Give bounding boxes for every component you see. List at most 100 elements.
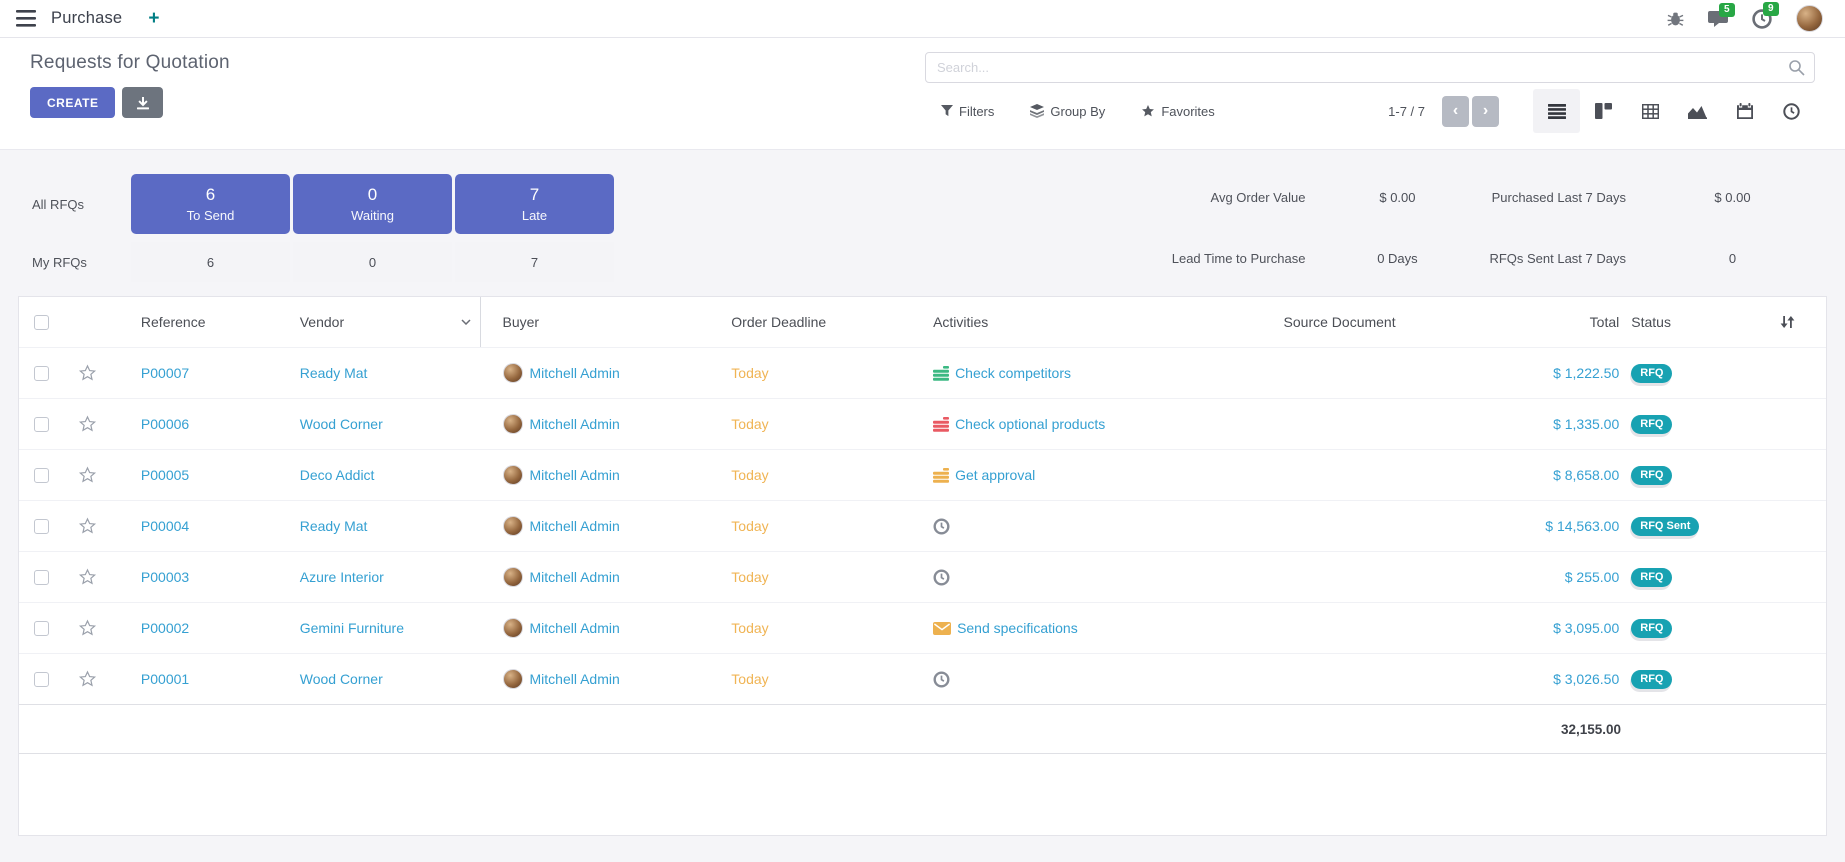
kanban-view-icon[interactable] <box>1580 89 1627 133</box>
to-send-button[interactable]: 6 To Send <box>131 174 290 234</box>
reference-link[interactable]: P00006 <box>141 416 189 432</box>
app-title[interactable]: Purchase <box>51 9 122 28</box>
column-header-vendor[interactable]: Vendor <box>286 297 481 347</box>
activity-label-link[interactable]: Check optional products <box>955 416 1105 432</box>
activity-tasks-icon[interactable] <box>933 366 949 381</box>
buyer-link[interactable]: Mitchell Admin <box>530 416 620 432</box>
row-checkbox[interactable] <box>34 366 49 381</box>
column-header-deadline[interactable]: Order Deadline <box>705 297 915 347</box>
buyer-link[interactable]: Mitchell Admin <box>530 620 620 636</box>
create-button[interactable]: CREATE <box>30 87 115 118</box>
activity-clock-icon[interactable] <box>933 569 950 586</box>
activity-tasks-icon[interactable] <box>933 468 949 483</box>
vendor-link[interactable]: Gemini Furniture <box>300 620 404 636</box>
column-header-reference[interactable]: Reference <box>111 297 286 347</box>
my-waiting-value[interactable]: 0 <box>293 242 452 282</box>
table-row[interactable]: P00004 Ready Mat Mitchell Admin Today $ … <box>19 500 1826 551</box>
row-checkbox[interactable] <box>34 519 49 534</box>
activity-view-icon[interactable] <box>1768 89 1815 133</box>
activity-label-link[interactable]: Send specifications <box>957 620 1078 636</box>
activities-clock-icon[interactable]: 9 <box>1752 9 1772 29</box>
favorite-star-icon[interactable] <box>78 415 97 433</box>
activity-label-link[interactable]: Check competitors <box>955 365 1071 381</box>
favorites-menu[interactable]: Favorites <box>1141 104 1214 119</box>
source-document-cell <box>1220 501 1460 551</box>
activity-clock-icon[interactable] <box>933 671 950 688</box>
optional-columns-icon[interactable] <box>1780 314 1795 330</box>
activity-clock-icon[interactable] <box>933 518 950 535</box>
filters-menu[interactable]: Filters <box>941 104 994 119</box>
table-row[interactable]: P00007 Ready Mat Mitchell Admin Today Ch… <box>19 347 1826 398</box>
table-row[interactable]: P00002 Gemini Furniture Mitchell Admin T… <box>19 602 1826 653</box>
select-all-checkbox[interactable] <box>34 315 49 330</box>
search-input[interactable] <box>925 52 1815 83</box>
apps-menu-icon[interactable] <box>16 10 36 27</box>
user-avatar[interactable] <box>1796 5 1823 32</box>
vendor-link[interactable]: Ready Mat <box>300 365 368 381</box>
reference-link[interactable]: P00007 <box>141 365 189 381</box>
row-checkbox[interactable] <box>34 672 49 687</box>
table-row[interactable]: P00005 Deco Addict Mitchell Admin Today … <box>19 449 1826 500</box>
my-to-send-value[interactable]: 6 <box>131 242 290 282</box>
favorite-star-icon[interactable] <box>78 568 97 586</box>
late-button[interactable]: 7 Late <box>455 174 614 234</box>
table-row[interactable]: P00006 Wood Corner Mitchell Admin Today … <box>19 398 1826 449</box>
row-checkbox[interactable] <box>34 570 49 585</box>
vendor-link[interactable]: Wood Corner <box>300 671 383 687</box>
vendor-link[interactable]: Ready Mat <box>300 518 368 534</box>
debug-bug-icon[interactable] <box>1667 10 1684 27</box>
vendor-link[interactable]: Deco Addict <box>300 467 375 483</box>
my-late-value[interactable]: 7 <box>455 242 614 282</box>
pager-next-button[interactable]: › <box>1472 96 1499 127</box>
row-checkbox[interactable] <box>34 468 49 483</box>
sort-descending-icon[interactable] <box>461 319 471 325</box>
buyer-link[interactable]: Mitchell Admin <box>530 365 620 381</box>
favorite-star-icon[interactable] <box>78 619 97 637</box>
list-view-icon[interactable] <box>1533 89 1580 133</box>
export-button[interactable] <box>122 87 163 118</box>
calendar-view-icon[interactable] <box>1721 89 1768 133</box>
table-row[interactable]: P00003 Azure Interior Mitchell Admin Tod… <box>19 551 1826 602</box>
table-row[interactable]: P00001 Wood Corner Mitchell Admin Today … <box>19 653 1826 704</box>
favorite-star-icon[interactable] <box>78 364 97 382</box>
buyer-link[interactable]: Mitchell Admin <box>530 467 620 483</box>
to-send-count: 6 <box>206 185 215 205</box>
activity-label-link[interactable]: Get approval <box>955 467 1035 483</box>
column-header-source[interactable]: Source Document <box>1220 297 1460 347</box>
row-checkbox[interactable] <box>34 417 49 432</box>
reference-link[interactable]: P00002 <box>141 620 189 636</box>
activity-tasks-icon[interactable] <box>933 417 949 432</box>
waiting-button[interactable]: 0 Waiting <box>293 174 452 234</box>
group-by-menu[interactable]: Group By <box>1030 104 1105 119</box>
filter-funnel-icon <box>941 105 953 117</box>
vendor-link[interactable]: Wood Corner <box>300 416 383 432</box>
favorite-star-icon[interactable] <box>78 466 97 484</box>
reference-link[interactable]: P00005 <box>141 467 189 483</box>
favorite-star-icon[interactable] <box>78 670 97 688</box>
favorite-star-icon[interactable] <box>78 517 97 535</box>
buyer-avatar <box>503 363 523 383</box>
vendor-link[interactable]: Azure Interior <box>300 569 384 585</box>
pivot-view-icon[interactable] <box>1627 89 1674 133</box>
column-header-total[interactable]: Total <box>1459 297 1619 347</box>
pager-previous-button[interactable]: ‹ <box>1442 96 1469 127</box>
buyer-avatar <box>503 618 523 638</box>
total-amount: $ 3,026.50 <box>1553 671 1619 687</box>
reference-link[interactable]: P00001 <box>141 671 189 687</box>
activity-mail-icon[interactable] <box>933 622 951 635</box>
messages-icon[interactable]: 5 <box>1708 10 1728 28</box>
download-icon <box>136 96 150 110</box>
graph-view-icon[interactable] <box>1674 89 1721 133</box>
column-header-status[interactable]: Status <box>1619 297 1749 347</box>
new-tab-button[interactable]: + <box>148 9 159 28</box>
buyer-link[interactable]: Mitchell Admin <box>530 569 620 585</box>
buyer-link[interactable]: Mitchell Admin <box>530 671 620 687</box>
search-icon[interactable] <box>1788 59 1805 76</box>
reference-link[interactable]: P00003 <box>141 569 189 585</box>
column-header-activities[interactable]: Activities <box>915 297 1220 347</box>
order-deadline: Today <box>731 518 768 534</box>
row-checkbox[interactable] <box>34 621 49 636</box>
buyer-link[interactable]: Mitchell Admin <box>530 518 620 534</box>
column-header-buyer[interactable]: Buyer <box>481 297 706 347</box>
reference-link[interactable]: P00004 <box>141 518 189 534</box>
